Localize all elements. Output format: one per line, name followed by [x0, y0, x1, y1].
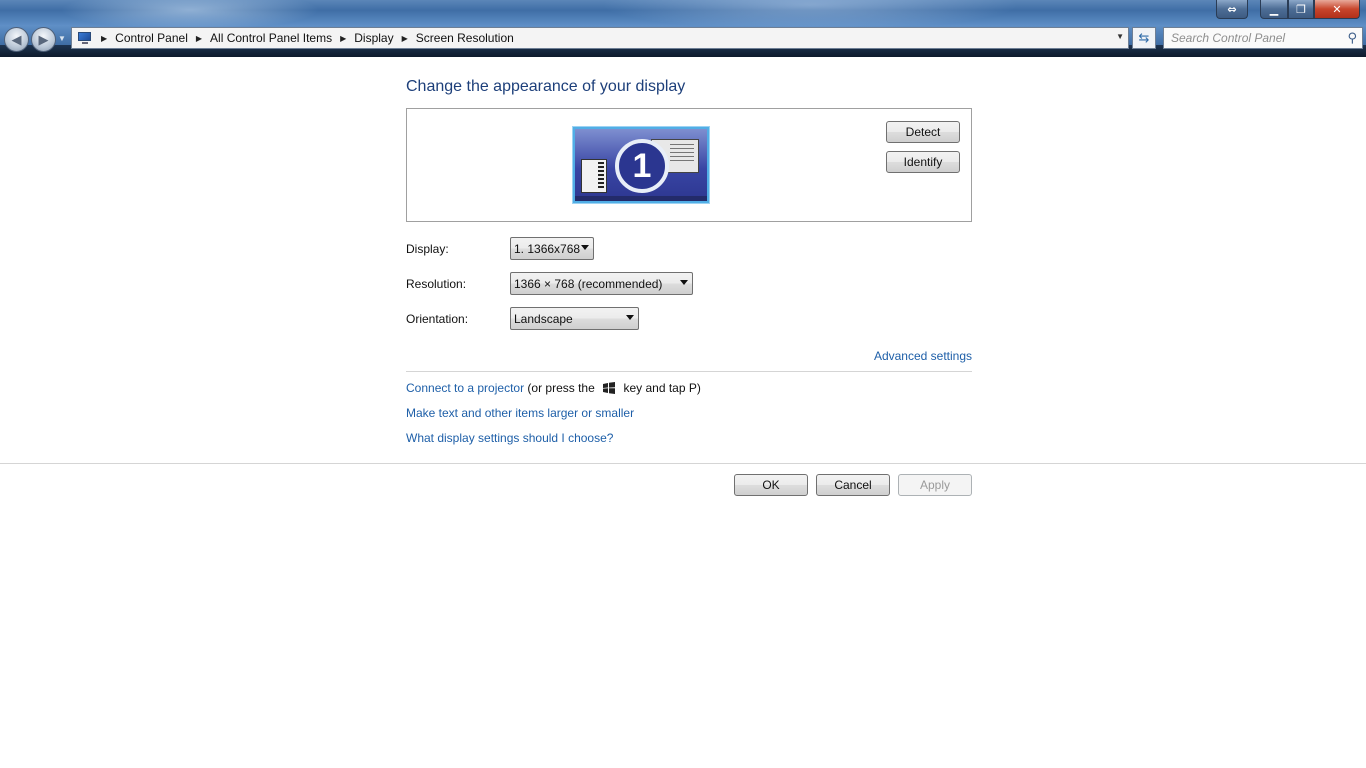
- footer-divider: [0, 463, 1366, 464]
- ok-button[interactable]: OK: [734, 474, 808, 496]
- projector-hint-before: (or press the: [527, 381, 595, 395]
- control-panel-icon: [77, 31, 93, 45]
- breadcrumb-all-items[interactable]: All Control Panel Items: [210, 31, 332, 45]
- orientation-select-value: Landscape: [514, 311, 573, 326]
- text-size-link[interactable]: Make text and other items larger or smal…: [406, 406, 634, 420]
- identify-button[interactable]: Identify: [886, 151, 960, 173]
- text-size-line: Make text and other items larger or smal…: [406, 406, 634, 420]
- chevron-right-icon[interactable]: ▶: [196, 34, 202, 43]
- address-dropdown-icon[interactable]: ▼: [1116, 32, 1124, 41]
- display-help-link[interactable]: What display settings should I choose?: [406, 431, 613, 445]
- chevron-down-icon: [581, 245, 589, 250]
- forward-arrow-icon[interactable]: ▶: [31, 27, 56, 52]
- advanced-settings-link[interactable]: Advanced settings: [874, 349, 972, 363]
- cancel-button[interactable]: Cancel: [816, 474, 890, 496]
- search-icon[interactable]: ⚲: [1347, 30, 1357, 46]
- projector-hint-after: key and tap P): [623, 381, 701, 395]
- windows-logo-icon: [603, 382, 616, 394]
- chevron-right-icon[interactable]: ▶: [101, 34, 107, 43]
- monitor-taskbar-graphic: [575, 196, 707, 201]
- monitor-1-icon[interactable]: 1: [573, 127, 709, 203]
- detect-button[interactable]: Detect: [886, 121, 960, 143]
- aero-glow: [60, 0, 320, 30]
- breadcrumb: ▶ Control Panel ▶ All Control Panel Item…: [93, 31, 514, 45]
- address-bar[interactable]: ▶ Control Panel ▶ All Control Panel Item…: [71, 27, 1129, 49]
- search-box[interactable]: ⚲: [1163, 27, 1363, 49]
- back-arrow-icon[interactable]: ◀: [4, 27, 29, 52]
- orientation-label: Orientation:: [406, 312, 469, 326]
- chevron-down-icon: [626, 315, 634, 320]
- breadcrumb-screen-resolution[interactable]: Screen Resolution: [416, 31, 514, 45]
- close-icon[interactable]: ✕: [1314, 0, 1360, 19]
- monitor-arrangement-panel: 1 Detect Identify: [406, 108, 972, 222]
- search-input[interactable]: [1164, 28, 1334, 48]
- chevron-down-icon: [680, 280, 688, 285]
- minimize-icon[interactable]: ▁: [1260, 0, 1288, 19]
- display-select[interactable]: 1. 1366x768: [510, 237, 594, 260]
- display-select-value: 1. 1366x768: [514, 241, 581, 256]
- resolution-label: Resolution:: [406, 277, 467, 291]
- resize-arrows-icon[interactable]: ⇔: [1216, 0, 1248, 19]
- connect-projector-link[interactable]: Connect to a projector: [406, 381, 524, 395]
- refresh-icon[interactable]: ⇆: [1132, 27, 1156, 49]
- monitor-number-badge: 1: [615, 139, 669, 193]
- breadcrumb-display[interactable]: Display: [354, 31, 393, 45]
- orientation-select[interactable]: Landscape: [510, 307, 639, 330]
- resolution-select-value: 1366 × 768 (recommended): [514, 276, 663, 291]
- display-label: Display:: [406, 242, 449, 256]
- window-title-bar: ⇔ ▁ ❐ ✕ ◀ ▶ ▼ ▶ Control Panel ▶ All Cont…: [0, 0, 1366, 57]
- help-line: What display settings should I choose?: [406, 431, 613, 445]
- chevron-right-icon[interactable]: ▶: [340, 34, 346, 43]
- chevron-right-icon[interactable]: ▶: [402, 34, 408, 43]
- recent-pages-dropdown-icon[interactable]: ▼: [58, 34, 66, 43]
- restore-icon[interactable]: ❐: [1288, 0, 1314, 19]
- divider: [406, 371, 972, 372]
- apply-button[interactable]: Apply: [898, 474, 972, 496]
- page-title: Change the appearance of your display: [406, 78, 686, 95]
- window-controls: ⇔ ▁ ❐ ✕: [1216, 0, 1360, 20]
- projector-line: Connect to a projector (or press the key…: [406, 381, 701, 395]
- monitor-window-graphic: [581, 159, 607, 193]
- resolution-select[interactable]: 1366 × 768 (recommended): [510, 272, 693, 295]
- aero-glow: [600, 0, 1020, 30]
- breadcrumb-control-panel[interactable]: Control Panel: [115, 31, 188, 45]
